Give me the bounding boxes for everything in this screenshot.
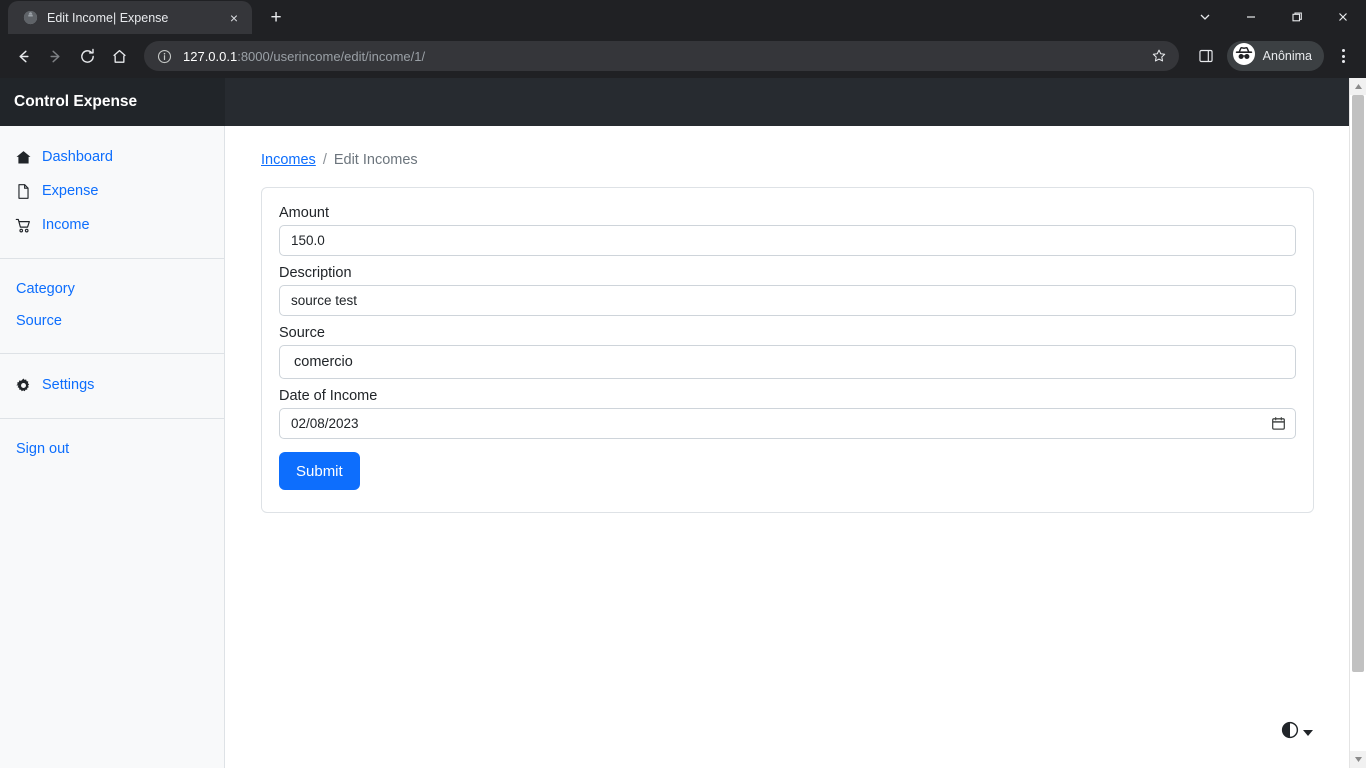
address-bar[interactable]: 127.0.0.1:8000/userincome/edit/income/1/ [144, 41, 1179, 71]
gear-icon [14, 376, 32, 394]
amount-input[interactable]: 150.0 [279, 225, 1296, 256]
web-page: Control Expense Dashboard Expense Income… [0, 78, 1349, 768]
scroll-up-button[interactable] [1350, 78, 1366, 95]
sidebar-item-category[interactable]: Category [0, 273, 224, 305]
sidebar-item-label: Income [42, 217, 90, 233]
home-icon [14, 148, 32, 166]
three-dots-icon[interactable] [1328, 41, 1358, 71]
sidebar-item-expense[interactable]: Expense [0, 174, 224, 208]
page-scrollbar[interactable] [1349, 78, 1366, 768]
url-path: :8000/userincome/edit/income/1/ [237, 48, 426, 64]
sidebar-item-label: Expense [42, 183, 99, 199]
close-window-button[interactable] [1320, 0, 1366, 34]
sidebar-item-sign-out[interactable]: Sign out [0, 433, 224, 465]
sidebar-item-label: Source [16, 313, 62, 329]
tab-search-chevron-icon[interactable] [1182, 0, 1228, 34]
date-of-income-input[interactable]: 02/08/2023 [279, 408, 1296, 439]
sidebar-group-settings: Settings [0, 353, 224, 418]
date-value: 02/08/2023 [291, 416, 359, 431]
profile-incognito-button[interactable]: Anônima [1226, 41, 1324, 71]
browser-tab[interactable]: Edit Income| Expense × [8, 1, 252, 34]
sidebar-item-income[interactable]: Income [0, 208, 224, 242]
submit-button[interactable]: Submit [279, 452, 360, 490]
browser-toolbar: 127.0.0.1:8000/userincome/edit/income/1/… [0, 34, 1366, 78]
page-viewport: Control Expense Dashboard Expense Income… [0, 78, 1366, 768]
breadcrumb: Incomes / Edit Incomes [261, 152, 1349, 168]
browser-window: Edit Income| Expense × + 127.0.0.1:8000/… [0, 0, 1366, 768]
sidebar-item-label: Dashboard [42, 149, 113, 165]
sidebar-item-source[interactable]: Source [0, 305, 224, 337]
globe-icon [22, 10, 38, 26]
sidebar-item-label: Settings [42, 377, 95, 393]
theme-toggle[interactable] [1281, 721, 1313, 744]
breadcrumb-link-incomes[interactable]: Incomes [261, 152, 316, 168]
app-brand[interactable]: Control Expense [0, 78, 225, 126]
description-input[interactable]: source test [279, 285, 1296, 316]
sidebar-item-label: Category [16, 281, 75, 297]
scrollbar-track[interactable] [1350, 95, 1366, 751]
url-text: 127.0.0.1:8000/userincome/edit/income/1/ [183, 49, 1135, 64]
incognito-label: Anônima [1262, 49, 1312, 63]
incognito-icon [1232, 42, 1256, 71]
window-controls [1182, 0, 1366, 34]
tab-strip: Edit Income| Expense × + [0, 0, 1366, 34]
home-button[interactable] [104, 41, 134, 71]
cart-icon [14, 216, 32, 234]
main-content: Incomes / Edit Incomes Amount 150.0 Desc… [225, 126, 1349, 768]
sidebar-group-account: Sign out [0, 418, 224, 481]
sidebar-item-label: Sign out [16, 441, 70, 457]
sidebar-group-taxonomy: Category Source [0, 258, 224, 353]
sidebar-group-main: Dashboard Expense Income [0, 126, 224, 258]
calendar-icon[interactable] [1271, 416, 1286, 431]
document-icon [14, 182, 32, 200]
scrollbar-thumb[interactable] [1352, 95, 1364, 673]
reload-button[interactable] [72, 41, 102, 71]
side-panel-icon[interactable] [1191, 41, 1221, 71]
app-header: Control Expense [0, 78, 1349, 126]
edit-income-form-card: Amount 150.0 Description source test Sou… [261, 187, 1314, 513]
source-select[interactable]: comercio [279, 345, 1296, 379]
sidebar-item-dashboard[interactable]: Dashboard [0, 140, 224, 174]
scroll-down-button[interactable] [1350, 751, 1366, 768]
new-tab-button[interactable]: + [262, 3, 290, 31]
sidebar-item-settings[interactable]: Settings [0, 368, 224, 402]
app-header-space [225, 78, 1349, 126]
date-of-income-label: Date of Income [279, 388, 378, 404]
tab-close-icon[interactable]: × [224, 8, 244, 28]
source-label: Source [279, 325, 325, 341]
breadcrumb-current: Edit Incomes [333, 152, 418, 168]
info-icon[interactable] [156, 48, 173, 65]
back-button[interactable] [8, 41, 38, 71]
maximize-button[interactable] [1274, 0, 1320, 34]
amount-label: Amount [279, 205, 329, 221]
description-label: Description [279, 265, 352, 281]
breadcrumb-separator: / [322, 152, 327, 168]
minimize-button[interactable] [1228, 0, 1274, 34]
tab-title: Edit Income| Expense [47, 10, 169, 25]
star-icon[interactable] [1145, 42, 1173, 70]
contrast-circle-icon[interactable] [1281, 721, 1299, 744]
forward-button[interactable] [40, 41, 70, 71]
sidebar: Dashboard Expense Income Category Source… [0, 126, 225, 768]
app-body: Dashboard Expense Income Category Source… [0, 126, 1349, 768]
url-host: 127.0.0.1 [183, 48, 238, 64]
chevron-down-icon[interactable] [1303, 729, 1313, 736]
